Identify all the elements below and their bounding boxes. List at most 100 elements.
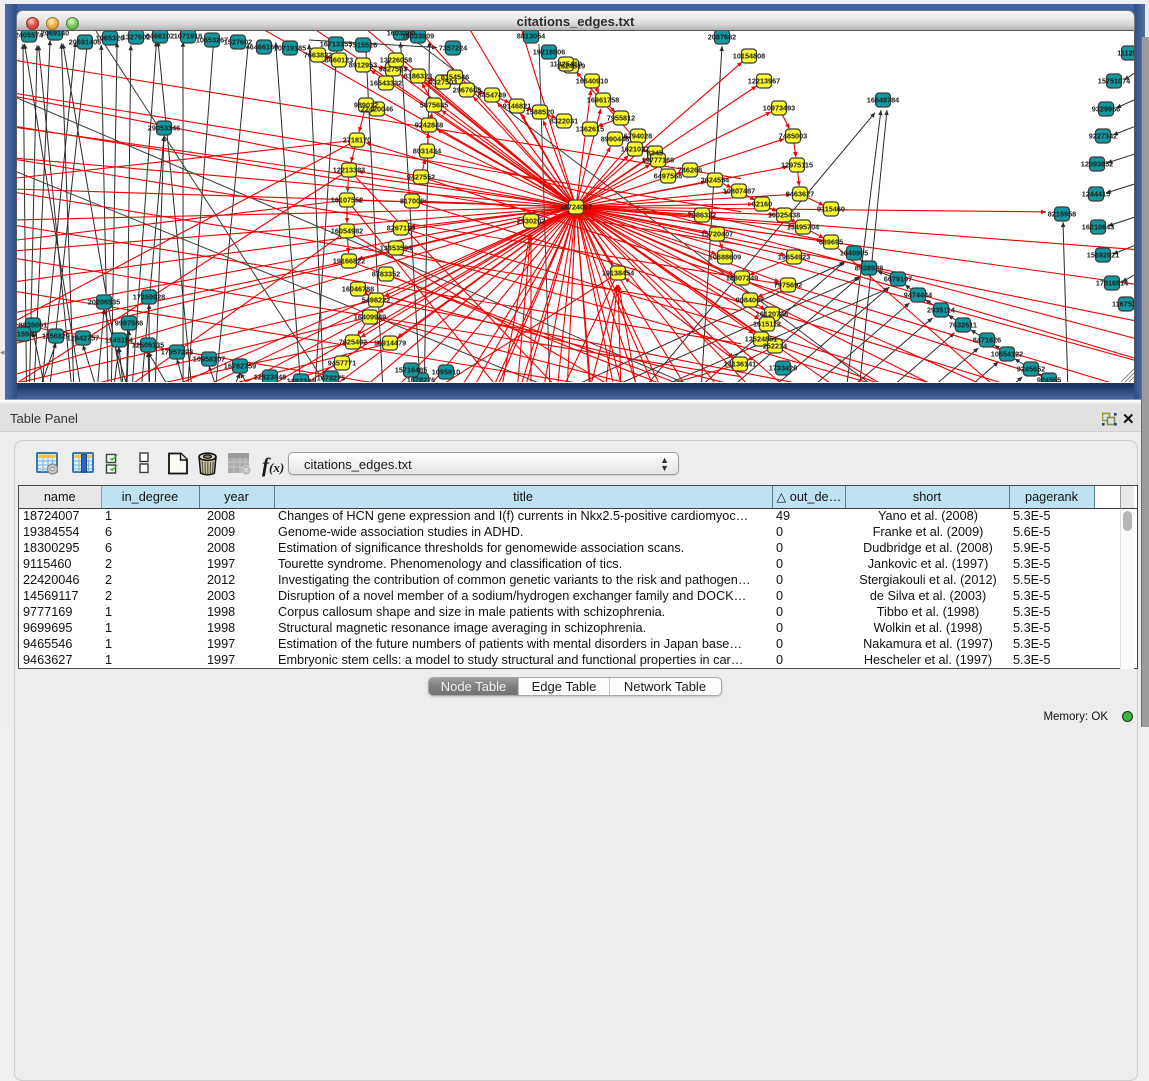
svg-text:8322031: 8322031 [550,117,578,126]
svg-text:817006: 817006 [400,197,424,206]
svg-text:6679197: 6679197 [884,275,912,284]
svg-text:1588520: 1588520 [526,108,554,117]
svg-text:20206535: 20206535 [88,298,120,307]
svg-text:8912953: 8912953 [349,61,377,70]
svg-text:13353594: 13353594 [380,244,413,253]
svg-text:1362615: 1362615 [576,125,604,134]
svg-text:16961758: 16961758 [587,96,619,105]
svg-text:19166822: 19166822 [333,257,365,266]
svg-text:7955812: 7955812 [607,114,635,123]
svg-text:62160: 62160 [752,200,772,209]
svg-text:2935114: 2935114 [927,306,956,315]
svg-text:9474444: 9474444 [904,291,933,300]
svg-text:111254: 111254 [1117,49,1134,58]
svg-text:1244415: 1244415 [1082,190,1110,199]
svg-text:10654122: 10654122 [991,350,1023,359]
svg-text:10154808: 10154808 [733,52,765,61]
svg-text:12823448: 12823448 [254,373,286,382]
svg-text:12093852: 12093852 [1081,160,1113,169]
svg-text:16543332: 16543332 [370,79,402,88]
svg-text:12975115: 12975115 [781,161,813,170]
svg-text:2087682: 2087682 [708,33,736,42]
svg-text:9242848: 9242848 [415,121,443,130]
svg-text:15751074: 15751074 [1098,77,1131,86]
svg-text:7357224: 7357224 [439,44,468,53]
svg-text:3915941: 3915941 [17,330,37,339]
svg-text:9457771: 9457771 [328,359,356,368]
svg-text:10973493: 10973493 [763,104,795,113]
svg-text:9997586: 9997586 [115,319,143,328]
svg-text:1615112: 1615112 [753,320,781,329]
svg-text:16648784: 16648784 [867,96,900,105]
svg-text:12213383: 12213383 [333,166,365,175]
svg-text:1678275: 1678275 [317,374,345,383]
svg-text:9463627: 9463627 [786,190,814,199]
svg-text:6466102: 6466102 [146,32,174,41]
svg-text:15692921: 15692921 [1087,251,1119,260]
svg-text:2930202: 2930202 [517,217,545,226]
svg-text:10807487: 10807487 [723,187,755,196]
svg-text:9227342: 9227342 [1089,132,1117,141]
svg-text:989012: 989012 [354,101,378,110]
svg-text:3624554: 3624554 [701,176,730,185]
svg-text:12505135: 12505135 [132,341,164,350]
svg-text:16782759: 16782759 [224,362,256,371]
svg-text:10719185: 10719185 [274,44,306,53]
svg-text:19138454: 19138454 [602,269,635,278]
svg-text:10688609: 10688609 [709,253,741,262]
svg-text:7975692: 7975692 [774,281,802,290]
svg-text:8267130: 8267130 [387,224,415,233]
svg-text:6497568: 6497568 [654,172,682,181]
svg-text:16914479: 16914479 [374,339,406,348]
svg-text:8535061: 8535061 [19,321,47,330]
svg-text:1621022: 1621022 [621,145,649,154]
svg-text:16046788: 16046788 [342,285,374,294]
svg-text:8813054: 8813054 [517,32,546,41]
svg-text:9115460: 9115460 [817,205,845,214]
svg-text:9084067: 9084067 [736,296,764,305]
svg-text:16210643: 16210643 [1082,223,1114,232]
svg-text:8471626: 8471626 [973,336,1001,345]
svg-text:7625402: 7625402 [339,338,367,347]
svg-text:10025438: 10025438 [768,211,800,220]
svg-text:8454749: 8454749 [478,91,506,100]
svg-text:1167534: 1167534 [1112,300,1134,309]
svg-text:7986322: 7986322 [688,211,716,220]
svg-text:1145194: 1145194 [105,336,134,345]
svg-text:7485003: 7485003 [779,132,807,141]
svg-text:689695: 689695 [819,238,843,247]
svg-text:1733426: 1733426 [769,364,797,373]
svg-text:1095810: 1095810 [432,368,460,377]
svg-text:15720407: 15720407 [701,230,733,239]
svg-text:29053346: 29053346 [148,124,180,133]
svg-text:17957223: 17957223 [161,348,193,357]
svg-text:2718170: 2718170 [343,136,371,145]
svg-text:16107552: 16107552 [331,196,363,205]
svg-text:17359928: 17359928 [133,293,165,302]
svg-text:13226058: 13226058 [380,56,412,65]
svg-text:16054982: 16054982 [331,227,363,236]
svg-text:5498222: 5498222 [362,296,390,305]
svg-text:19218506: 19218506 [533,48,565,57]
svg-text:10958107: 10958107 [193,355,225,364]
svg-text:18807249: 18807249 [726,274,758,283]
svg-text:14136141: 14136141 [724,360,756,369]
svg-text:12213967: 12213967 [748,77,780,86]
svg-text:8938928: 8938928 [855,264,883,273]
svg-text:1282344: 1282344 [287,377,316,383]
svg-text:15716485: 15716485 [395,366,427,375]
svg-text:6794028: 6794028 [624,132,652,141]
svg-text:924565: 924565 [1037,376,1061,383]
svg-text:16033809: 16033809 [402,32,434,41]
svg-text:9427552: 9427552 [407,173,435,182]
svg-text:1065326: 1065326 [96,34,124,43]
svg-text:9245652: 9245652 [1017,365,1045,374]
svg-text:12942757: 12942757 [67,334,99,343]
svg-text:16713155: 16713155 [320,40,352,49]
svg-text:8031434: 8031434 [413,147,442,156]
svg-text:9329966: 9329966 [1092,105,1120,114]
svg-text:18724007: 18724007 [560,203,592,212]
svg-text:17016514: 17016514 [1096,279,1129,288]
svg-text:7632611: 7632611 [949,321,977,330]
svg-text:19654923: 19654923 [778,253,810,262]
